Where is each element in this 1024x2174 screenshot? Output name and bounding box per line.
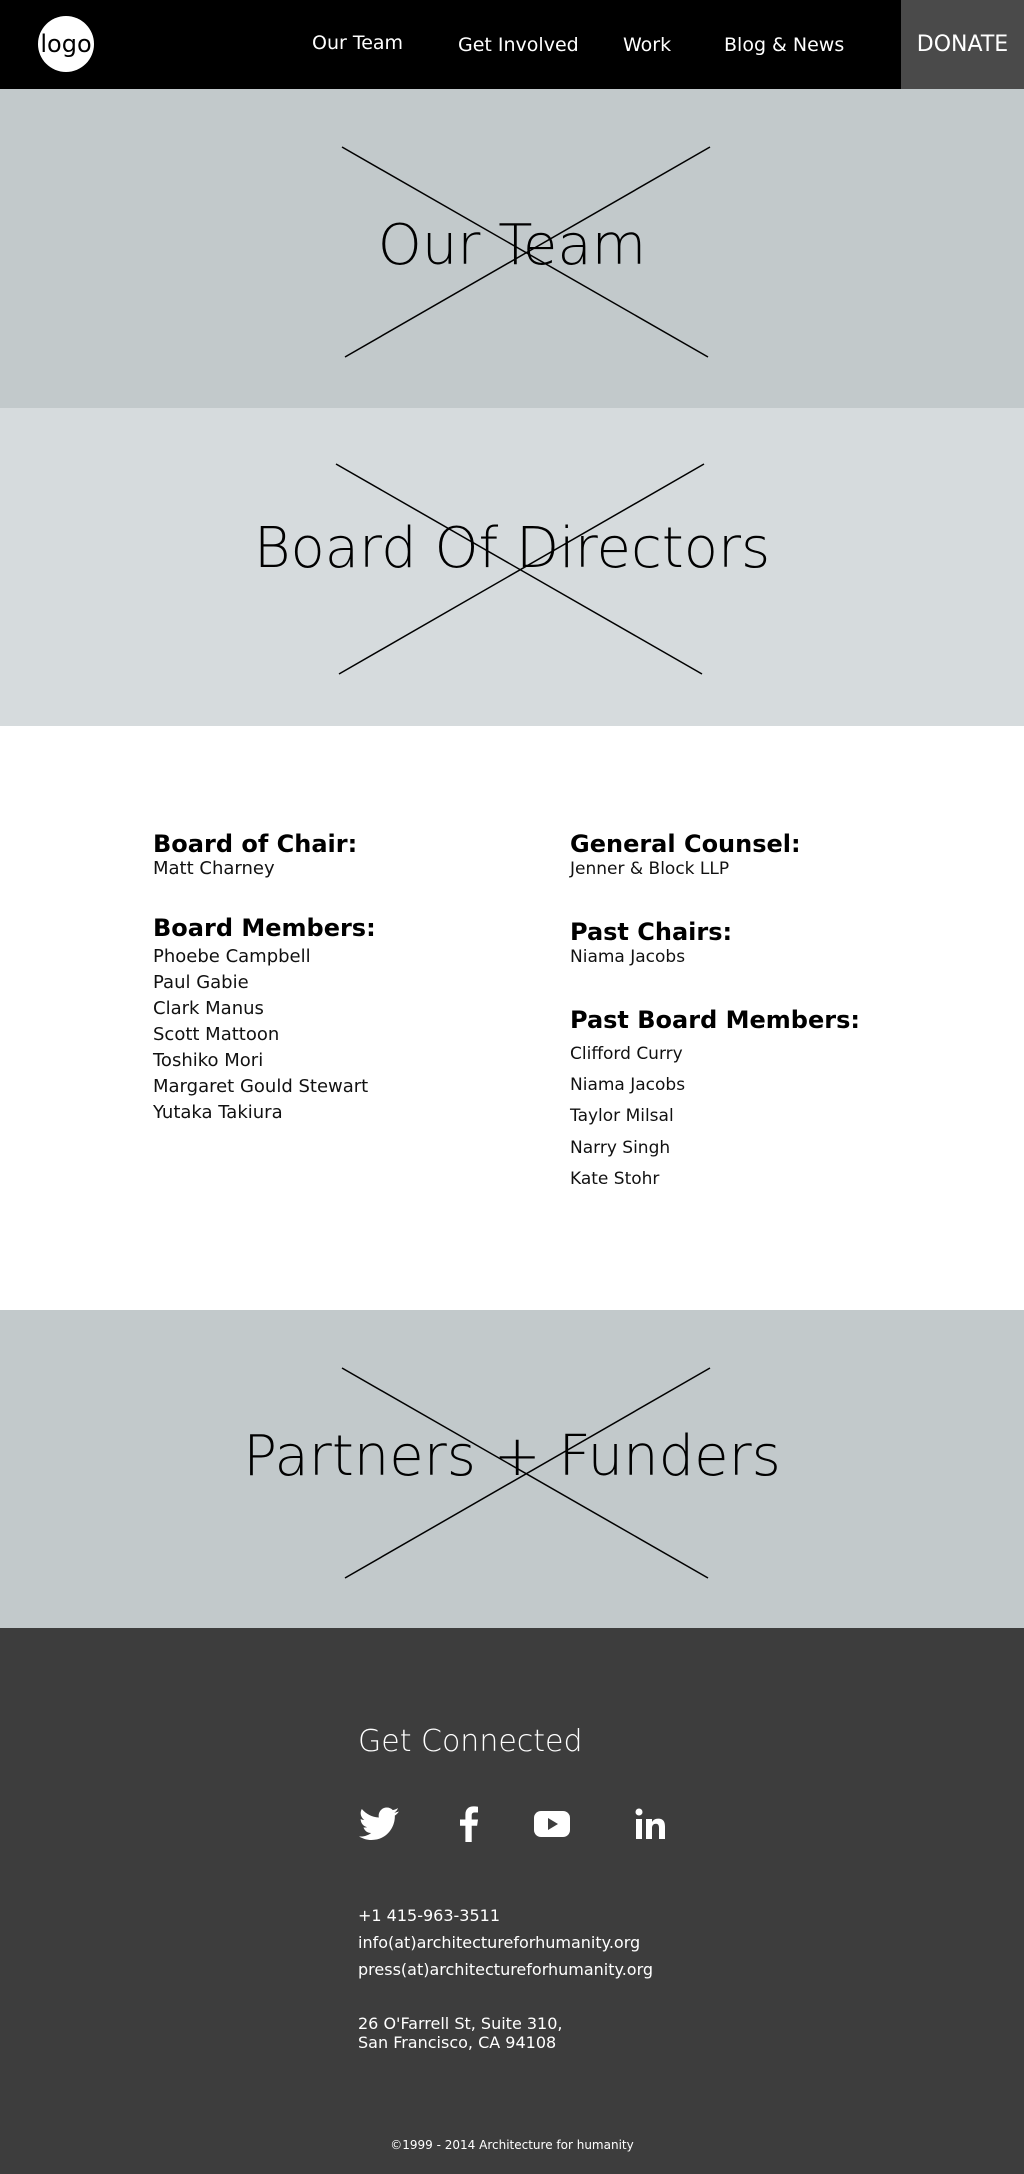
list-item: Clifford Curry [570,1044,683,1064]
board-title: Board Of Directors [253,516,771,581]
board-banner: Board Of Directors [0,408,1024,726]
list-item: Niama Jacobs [570,1075,686,1095]
list-item: Kate Stohr [570,1169,660,1189]
list-item: Narry Singh [570,1138,671,1158]
members-heading: Board Members: [153,914,376,942]
footer-title: Get Connected [358,1724,583,1759]
list-item: Yutaka Takiura [153,1102,283,1123]
address-line-2: San Francisco, CA 94108 [358,2033,557,2052]
nav-link-work[interactable]: Work [623,34,671,56]
facebook-icon[interactable] [458,1804,480,1844]
nav-link-blog-news[interactable]: Blog & News [724,34,844,56]
list-item: Scott Mattoon [153,1024,280,1045]
nav-link-get-involved[interactable]: Get Involved [458,34,579,56]
list-item: Toshiko Mori [153,1050,264,1071]
list-item: Margaret Gould Stewart [153,1076,369,1097]
chair-heading: Board of Chair: [153,830,358,858]
linkedin-icon[interactable] [634,1804,668,1844]
counsel-name: Jenner & Block LLP [570,859,730,879]
phone-number: +1 415-963-3511 [358,1906,501,1925]
past-chairs-heading: Past Chairs: [570,918,733,946]
copyright: ©1999 - 2014 Architecture for humanity [390,2138,634,2152]
logo[interactable]: logo [38,16,94,72]
partners-title: Partners + Funders [243,1424,781,1489]
donate-button[interactable]: DONATE [901,0,1024,89]
list-item: Clark Manus [153,998,264,1019]
footer: Get Connected +1 415-963-3511 info(at)ar… [0,1628,1024,2174]
past-members-heading: Past Board Members: [570,1006,860,1034]
chair-name: Matt Charney [153,858,275,879]
email-info[interactable]: info(at)architectureforhumanity.org [358,1933,640,1952]
youtube-icon[interactable] [534,1804,570,1844]
partners-banner: Partners + Funders [0,1310,1024,1628]
counsel-heading: General Counsel: [570,830,801,858]
address-line-1: 26 O'Farrell St, Suite 310, [358,2014,563,2033]
list-item: Paul Gabie [153,972,249,993]
list-item: Taylor Milsal [570,1106,674,1126]
our-team-title: Our Team [377,213,647,278]
email-press[interactable]: press(at)architectureforhumanity.org [358,1960,653,1979]
list-item: Phoebe Campbell [153,946,311,967]
top-navigation: logo Our Team Get Involved Work Blog & N… [0,0,1024,89]
our-team-banner: Our Team [0,89,1024,408]
list-item: Niama Jacobs [570,947,686,967]
twitter-icon[interactable] [358,1804,400,1844]
nav-link-our-team[interactable]: Our Team [312,32,403,54]
